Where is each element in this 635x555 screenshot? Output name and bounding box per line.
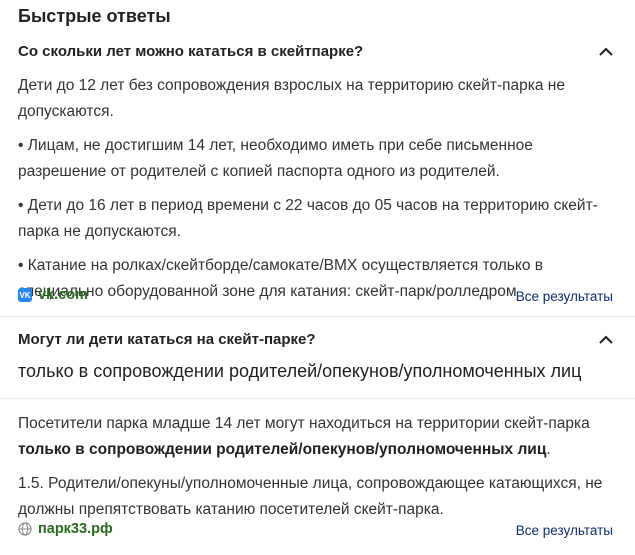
qa2-p1-bold: только в сопровождении родителей/опекуно… [18,441,547,458]
qa2-paragraph-2: 1.5. Родители/опекуны/уполномоченные лиц… [18,475,603,518]
qa2-p1-text: Посетители парка младше 14 лет могут нах… [18,415,590,432]
divider [0,316,635,317]
qa1-paragraph: Дети до 12 лет без сопровождения взрослы… [18,77,565,120]
qa2-header[interactable]: Могут ли дети кататься на скейт-парке? [18,328,617,350]
qa1-paragraph: • Дети до 16 лет в период времени с 22 ч… [18,197,598,240]
vk-icon: VK [18,288,32,302]
qa2-paragraph-1: Посетители парка младше 14 лет могут нах… [18,411,618,463]
qa2-all-results-link[interactable]: Все результаты [516,523,613,538]
qa1-paragraph: • Лицам, не достигшим 14 лет, необходимо… [18,137,533,180]
chevron-up-icon[interactable] [595,328,617,350]
qa2-answer: Посетители парка младше 14 лет могут нах… [18,411,618,531]
qa1-question[interactable]: Со скольки лет можно кататься в скейтпар… [18,43,363,60]
qa1-all-results-link[interactable]: Все результаты [516,289,613,304]
chevron-up-icon[interactable] [595,40,617,62]
globe-icon [18,522,32,536]
qa2-source-link[interactable]: парк33.рф [18,521,113,537]
qa2-p1-end: . [546,441,551,458]
qa1-source-label[interactable]: vk.com [38,287,88,303]
qa2-question[interactable]: Могут ли дети кататься на скейт-парке? [18,331,316,348]
qa2-short-answer: только в сопровождении родителей/опекуно… [18,361,582,381]
qa2-source-label[interactable]: парк33.рф [38,521,113,537]
qa1-header[interactable]: Со скольки лет можно кататься в скейтпар… [18,40,617,62]
qa1-answer: Дети до 12 лет без сопровождения взрослы… [18,73,618,313]
quick-answers-panel: Быстрые ответы Со скольки лет можно ката… [0,0,635,555]
panel-title: Быстрые ответы [18,6,171,26]
divider [0,398,635,399]
qa1-source-link[interactable]: VK vk.com [18,287,88,303]
